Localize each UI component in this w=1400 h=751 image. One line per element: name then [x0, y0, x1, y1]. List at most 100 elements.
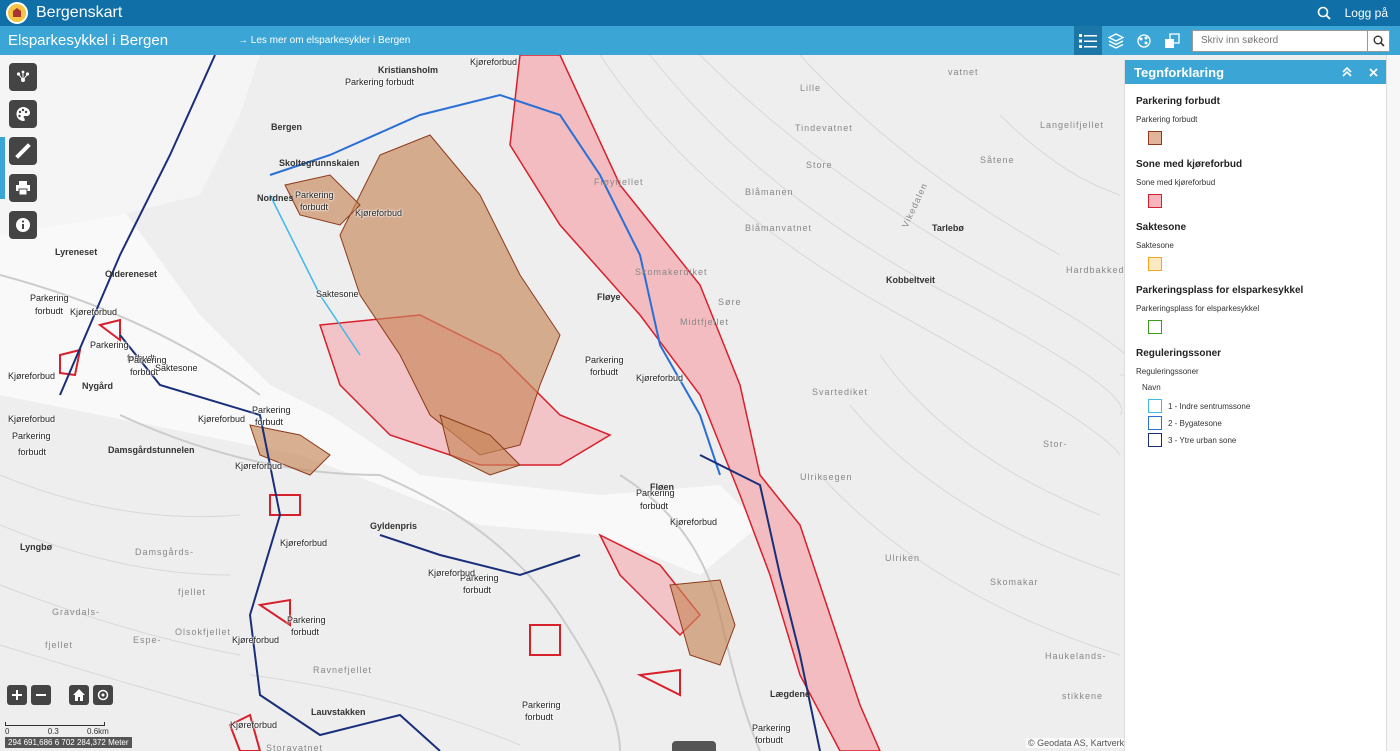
- legend-swatch: [1148, 416, 1162, 430]
- palette-button[interactable]: [9, 100, 37, 128]
- search-icon[interactable]: [1311, 0, 1337, 26]
- legend-section-title: Parkering forbudt: [1136, 96, 1220, 107]
- legend-body: Parkering forbudt Parkering forbudt Sone…: [1125, 84, 1386, 473]
- scale-label: 0.6km: [87, 727, 109, 736]
- legend-section-sub: Reguleringssoner: [1136, 367, 1199, 376]
- feature-label: Saktesone: [316, 289, 359, 299]
- place-label: Ulriken: [885, 553, 921, 563]
- feature-label: Parkering: [752, 723, 791, 733]
- coordinate-readout: 294 691,686 6 702 284,372 Meter: [5, 737, 132, 748]
- place-label: Storavatnet: [266, 743, 324, 751]
- place-label: Nygård: [82, 381, 114, 391]
- collapse-button[interactable]: [1334, 60, 1360, 84]
- legend-field-name: Navn: [1142, 383, 1161, 392]
- legend-section-sub: Sone med kjøreforbud: [1136, 178, 1216, 187]
- panel-scroll-strip[interactable]: [1386, 55, 1400, 751]
- legend-zone-row: 3 - Ytre urban sone: [1148, 433, 1375, 447]
- attribution: © Geodata AS, Kartverket: [1026, 738, 1134, 748]
- legend-header: Tegnforklaring: [1125, 60, 1386, 84]
- place-label: Lille: [800, 83, 822, 93]
- feature-label: Parkering: [522, 700, 561, 710]
- login-link[interactable]: Logg på: [1345, 6, 1388, 20]
- legend-section-title: Reguleringssoner: [1136, 348, 1222, 359]
- palette-icon: [16, 107, 30, 122]
- feature-label: forbudt: [755, 735, 784, 745]
- scale-label: 0: [5, 727, 10, 736]
- place-label: Skoltegrunnskaien: [279, 158, 360, 168]
- basemap-button[interactable]: [1130, 26, 1158, 55]
- legend-section-title: Parkeringsplass for elsparkesykkel: [1136, 285, 1304, 296]
- place-label: stikkene: [1062, 691, 1104, 701]
- locate-icon: [97, 689, 109, 701]
- app-title[interactable]: Bergenskart: [36, 4, 122, 22]
- legend-section-saktesone: Saktesone Saktesone: [1136, 222, 1375, 271]
- close-button[interactable]: [1360, 60, 1386, 84]
- feature-label: Kjøreforbud: [428, 568, 476, 578]
- info-button[interactable]: [9, 211, 37, 239]
- place-label: Store: [806, 160, 833, 170]
- legend-section-parkering: Parkering forbudt Parkering forbudt: [1136, 96, 1375, 145]
- place-label: Kobbeltveit: [886, 275, 936, 285]
- plus-icon: [12, 690, 22, 700]
- feature-label: Kjøreforbud: [636, 373, 684, 383]
- share-icon: [16, 70, 30, 82]
- place-label: Lyreneset: [55, 247, 98, 257]
- layers-button[interactable]: [1102, 26, 1130, 55]
- measure-button[interactable]: [9, 137, 37, 165]
- feature-label: Parkering: [585, 355, 624, 365]
- read-more-link[interactable]: → Les mer om elsparkesykler i Bergen: [238, 35, 410, 46]
- bottom-panel-toggle[interactable]: [672, 741, 716, 751]
- info-icon: [16, 218, 30, 232]
- place-label: Nordnes: [257, 193, 294, 203]
- side-accent: [0, 137, 5, 199]
- search-input[interactable]: [1192, 29, 1368, 52]
- place-label: Blåmanen: [745, 187, 794, 197]
- legend-section-sub: Saktesone: [1136, 241, 1174, 250]
- place-label: Lauvstakken: [311, 707, 366, 717]
- legend-zone-label: 2 - Bygatesone: [1168, 418, 1222, 428]
- legend-section-kjoreforbud: Sone med kjøreforbud Sone med kjøreforbu…: [1136, 159, 1375, 208]
- overview-button[interactable]: [1158, 26, 1186, 55]
- zoom-in-button[interactable]: [7, 685, 27, 705]
- zoom-out-button[interactable]: [31, 685, 51, 705]
- legend-list-button[interactable]: [1074, 26, 1102, 55]
- legend-swatch: [1148, 320, 1162, 334]
- place-label: Skomakerdiket: [635, 267, 708, 277]
- feature-label: forbudt: [291, 627, 320, 637]
- place-label: Tarlebø: [932, 223, 964, 233]
- place-label: fjellet: [45, 640, 74, 650]
- place-label: Lyngbø: [20, 542, 53, 552]
- feature-label: forbudt: [300, 202, 329, 212]
- place-label: Gyldenpris: [370, 521, 418, 531]
- map-title: Elsparkesykkel i Bergen: [8, 32, 169, 49]
- legend-section-parkeringsplass: Parkeringsplass for elsparkesykkel Parke…: [1136, 285, 1375, 334]
- feature-label: Kjøreforbud: [470, 57, 518, 67]
- place-label: Tindevatnet: [795, 123, 853, 133]
- feature-label: Kjøreforbud: [355, 208, 403, 218]
- print-button[interactable]: [9, 174, 37, 202]
- legend-panel: Tegnforklaring Parkering forbudt Parkeri…: [1124, 60, 1386, 751]
- search-icon: [1373, 35, 1385, 47]
- chevron-up-double-icon: [1342, 67, 1352, 77]
- bergen-crest-icon[interactable]: [6, 2, 28, 24]
- place-label: Olsokfjellet: [175, 627, 232, 637]
- feature-label: Parkering: [636, 488, 675, 498]
- feature-label: Kjøreforbud: [280, 538, 328, 548]
- feature-label: Parkering forbudt: [345, 77, 415, 87]
- feature-label: Kjøreforbud: [230, 720, 278, 730]
- close-icon: [1368, 67, 1378, 77]
- place-label: vatnet: [948, 67, 979, 77]
- locate-button[interactable]: [93, 685, 113, 705]
- legend-zone-row: 1 - Indre sentrumssone: [1148, 399, 1375, 413]
- place-label: Kristiansholm: [378, 65, 439, 75]
- search-button[interactable]: [1368, 29, 1390, 52]
- legend-swatch: [1148, 399, 1162, 413]
- feature-label: forbudt: [130, 367, 159, 377]
- share-button[interactable]: [9, 63, 37, 91]
- feature-label: Kjøreforbud: [232, 635, 280, 645]
- feature-label: Parkering: [90, 340, 129, 350]
- home-button[interactable]: [69, 685, 89, 705]
- map-title-bar: Elsparkesykkel i Bergen → Les mer om els…: [0, 26, 1400, 55]
- place-label: Damsgårds-: [135, 547, 195, 557]
